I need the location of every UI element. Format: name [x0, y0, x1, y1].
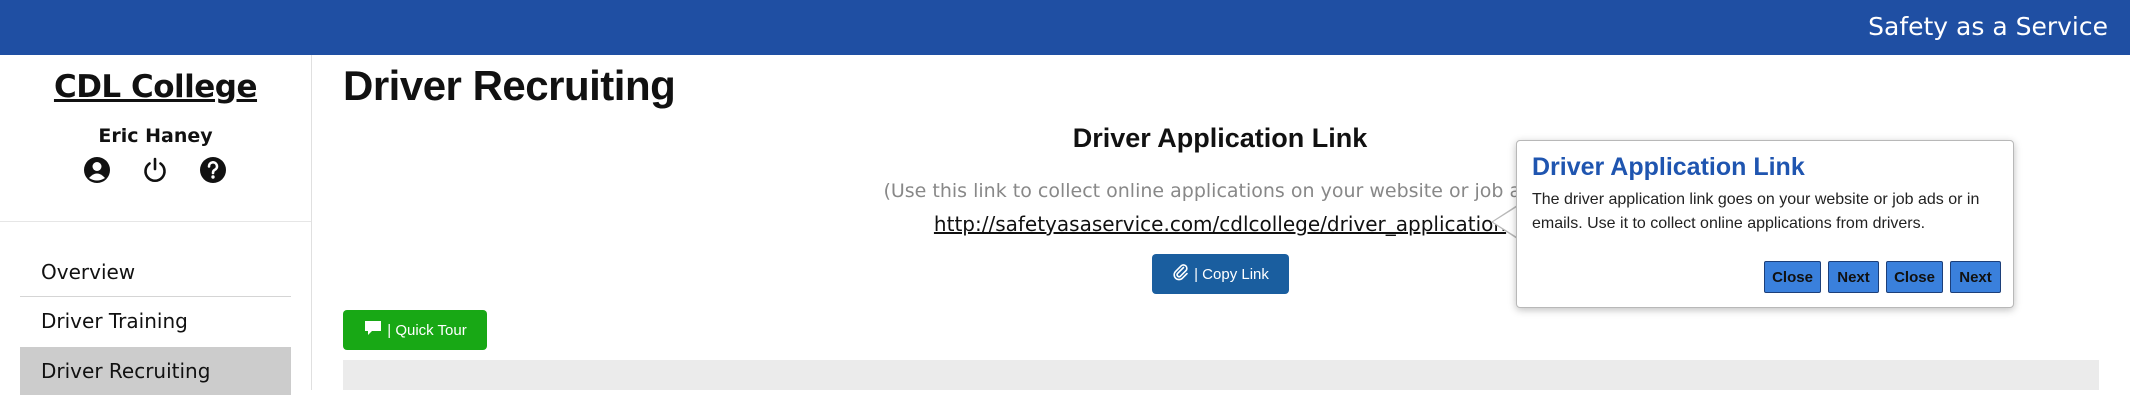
sidebar-separator — [0, 221, 311, 222]
page-title: Driver Recruiting — [343, 62, 676, 109]
content-panel — [343, 360, 2099, 390]
user-name: Eric Haney — [98, 125, 213, 147]
quick-tour-button[interactable]: | Quick Tour — [343, 310, 487, 350]
link-hint: (Use this link to collect online applica… — [883, 180, 1557, 202]
copy-link-label: | Copy Link — [1194, 265, 1269, 283]
power-icon[interactable] — [140, 155, 170, 185]
section-title: Driver Application Link — [1072, 123, 1368, 153]
popover-close-button-2[interactable]: Close — [1886, 261, 1943, 293]
popover-arrow-fill — [1493, 207, 1517, 237]
college-name-link[interactable]: CDL College — [0, 69, 311, 105]
sidebar-item-driver-recruiting[interactable]: Driver Recruiting — [20, 347, 291, 395]
sidebar: CDL College Eric Haney Overview Driver T… — [0, 55, 312, 395]
popover-text: The driver application link goes on your… — [1532, 191, 1980, 232]
user-actions — [82, 155, 232, 187]
speech-bubble-icon — [363, 319, 383, 341]
user-circle-icon[interactable] — [82, 155, 112, 185]
popover-title: Driver Application Link — [1532, 153, 1805, 181]
paperclip-icon — [1172, 263, 1190, 285]
popover-next-button[interactable]: Next — [1828, 261, 1879, 293]
sidebar-item-driver-training[interactable]: Driver Training — [20, 297, 291, 345]
popover-next-button-2[interactable]: Next — [1950, 261, 2001, 293]
popover-close-button[interactable]: Close — [1764, 261, 1821, 293]
copy-link-button[interactable]: | Copy Link — [1152, 254, 1289, 294]
sidebar-item-overview[interactable]: Overview — [20, 248, 291, 296]
tour-popover: Driver Application Link The driver appli… — [1516, 140, 2014, 308]
quick-tour-label: | Quick Tour — [387, 321, 467, 339]
top-bar: Safety as a Service — [0, 0, 2130, 55]
help-icon[interactable] — [198, 155, 228, 185]
brand-text: Safety as a Service — [1868, 12, 2108, 41]
